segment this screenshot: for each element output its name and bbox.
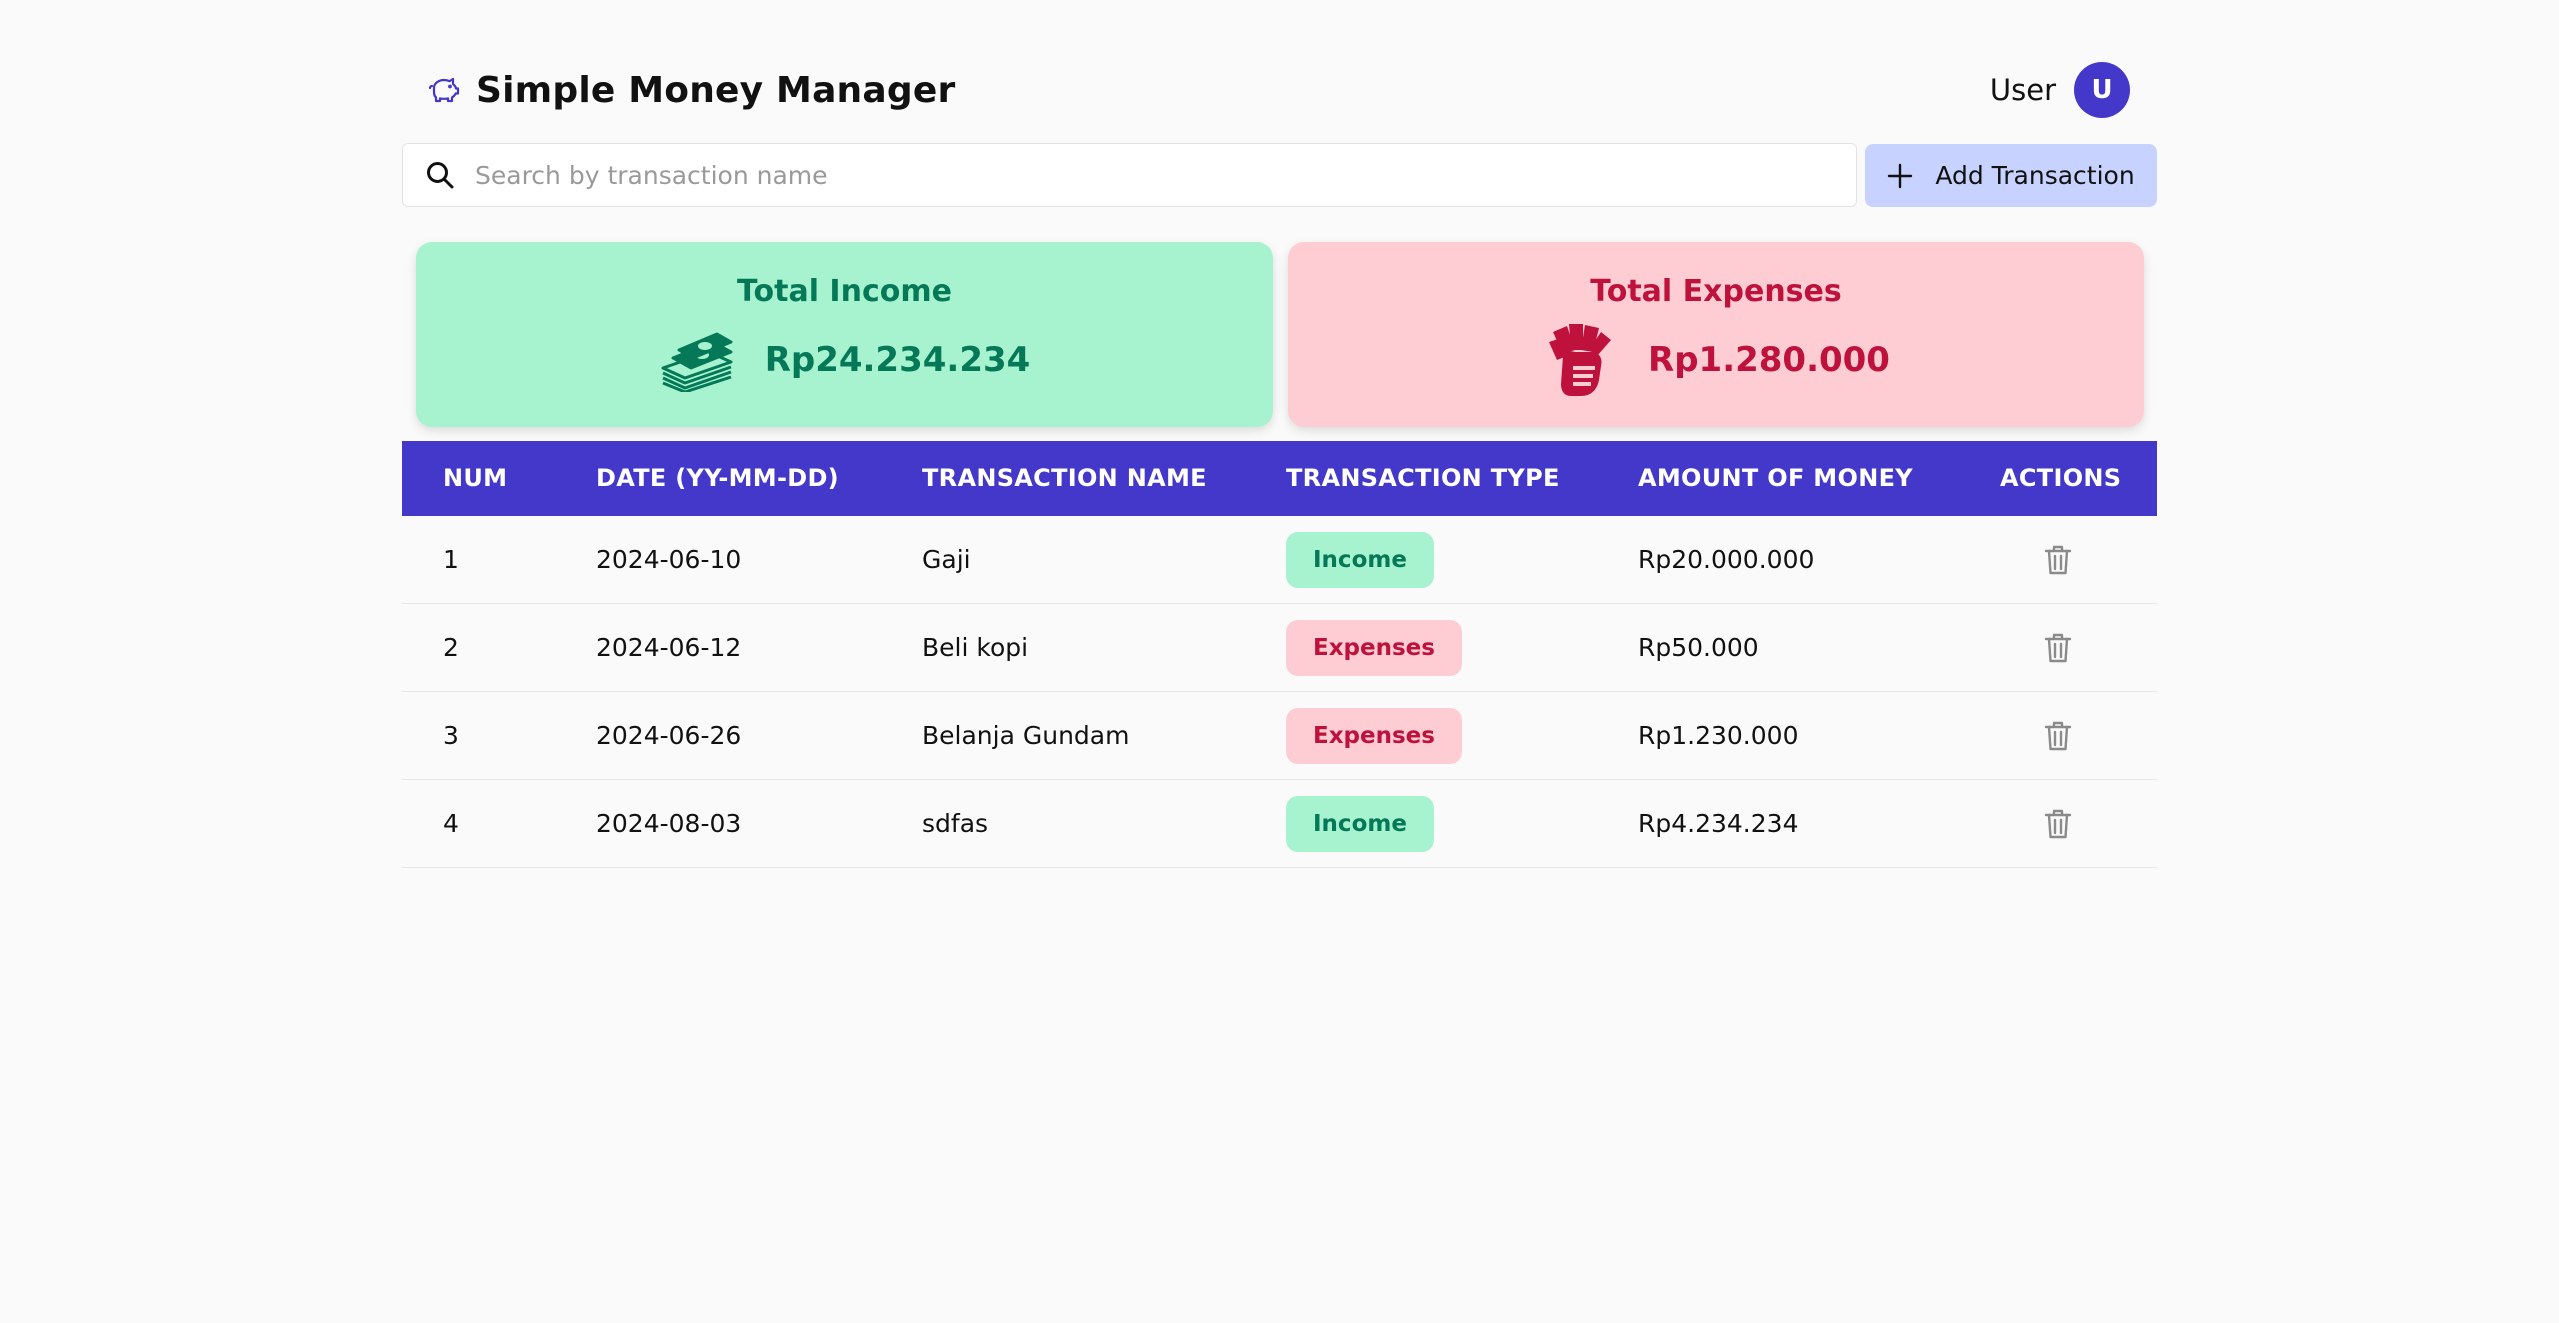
add-transaction-button[interactable]: Add Transaction <box>1865 144 2157 207</box>
avatar[interactable]: U <box>2074 62 2130 118</box>
user-menu[interactable]: User U <box>1990 58 2130 122</box>
total-income-amount: Rp24.234.234 <box>764 340 1031 380</box>
total-expenses-title: Total Expenses <box>1590 274 1842 309</box>
add-transaction-label: Add Transaction <box>1935 161 2135 190</box>
cell-date: 2024-08-03 <box>596 809 742 838</box>
trash-icon <box>2044 633 2072 663</box>
search-icon <box>425 159 457 191</box>
cell-transaction-name: sdfas <box>922 809 989 838</box>
delete-button[interactable] <box>2043 632 2073 664</box>
cell-transaction-name: Beli kopi <box>922 633 1029 662</box>
header-actions: ACTIONS <box>2000 464 2122 492</box>
cell-amount: Rp50.000 <box>1638 633 1759 662</box>
money-hand-icon <box>1542 322 1618 398</box>
brand: Simple Money Manager <box>428 58 955 122</box>
type-badge: Income <box>1286 796 1434 852</box>
cell-date: 2024-06-26 <box>596 721 742 750</box>
cell-num: 1 <box>443 545 459 574</box>
total-expenses-row: Rp1.280.000 <box>1288 322 2144 398</box>
delete-button[interactable] <box>2043 808 2073 840</box>
trash-icon <box>2044 721 2072 751</box>
delete-button[interactable] <box>2043 720 2073 752</box>
header-transaction-type: TRANSACTION TYPE <box>1286 464 1560 492</box>
cell-amount: Rp4.234.234 <box>1638 809 1799 838</box>
transactions-table: NUM DATE (YY-MM-DD) TRANSACTION NAME TRA… <box>402 441 2157 868</box>
app-header: Simple Money Manager User U <box>402 58 2157 122</box>
cell-date: 2024-06-12 <box>596 633 742 662</box>
type-badge: Expenses <box>1286 620 1462 676</box>
delete-button[interactable] <box>2043 544 2073 576</box>
table-header: NUM DATE (YY-MM-DD) TRANSACTION NAME TRA… <box>402 441 2157 516</box>
money-stack-icon <box>659 322 735 398</box>
type-badge: Expenses <box>1286 708 1462 764</box>
cell-amount: Rp1.230.000 <box>1638 721 1799 750</box>
search-box <box>402 143 1857 207</box>
cell-transaction-name: Belanja Gundam <box>922 721 1130 750</box>
plus-icon <box>1887 162 1915 190</box>
total-expenses-card: Total Expenses Rp1.280.000 <box>1288 242 2144 427</box>
piggy-bank-icon <box>428 73 462 107</box>
table-row: 2 2024-06-12 Beli kopi Expenses Rp50.000 <box>402 604 2157 692</box>
cell-amount: Rp20.000.000 <box>1638 545 1815 574</box>
total-income-row: Rp24.234.234 <box>416 322 1273 398</box>
user-name: User <box>1989 73 2056 107</box>
cell-date: 2024-06-10 <box>596 545 742 574</box>
type-badge: Income <box>1286 532 1434 588</box>
total-income-title: Total Income <box>737 274 952 309</box>
header-date: DATE (YY-MM-DD) <box>596 464 839 492</box>
cell-transaction-name: Gaji <box>922 545 971 574</box>
trash-icon <box>2044 545 2072 575</box>
search-input[interactable] <box>473 159 1827 191</box>
header-amount: AMOUNT OF MONEY <box>1638 464 1913 492</box>
table-row: 1 2024-06-10 Gaji Income Rp20.000.000 <box>402 516 2157 604</box>
header-num: NUM <box>443 464 508 492</box>
header-transaction-name: TRANSACTION NAME <box>922 464 1207 492</box>
cell-num: 4 <box>443 809 459 838</box>
trash-icon <box>2044 809 2072 839</box>
cell-num: 2 <box>443 633 459 662</box>
total-expenses-amount: Rp1.280.000 <box>1648 340 1890 380</box>
table-row: 4 2024-08-03 sdfas Income Rp4.234.234 <box>402 780 2157 868</box>
table-row: 3 2024-06-26 Belanja Gundam Expenses Rp1… <box>402 692 2157 780</box>
app-title: Simple Money Manager <box>476 69 956 111</box>
total-income-card: Total Income Rp24.234.234 <box>416 242 1273 427</box>
cell-num: 3 <box>443 721 459 750</box>
